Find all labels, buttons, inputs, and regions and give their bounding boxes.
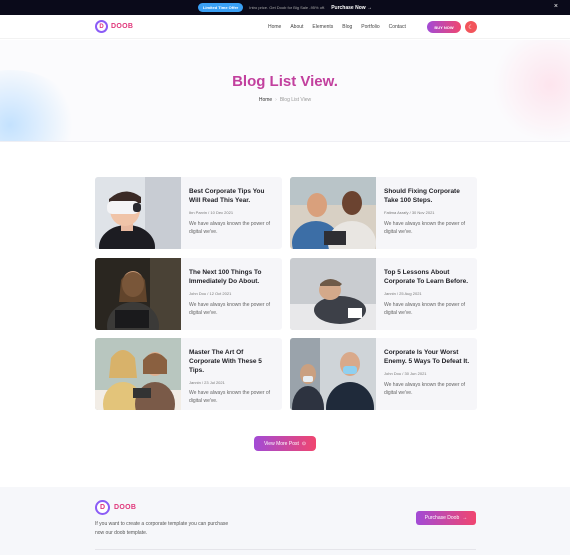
logo[interactable]: D DOOB [95, 20, 133, 33]
purchase-doob-button[interactable]: Purchase Doob → [416, 511, 476, 525]
blog-title[interactable]: Top 5 Lessons About Corporate To Learn B… [384, 268, 470, 286]
main-nav: Home About Elements Blog Portfolio Conta… [268, 15, 406, 39]
footer-logo[interactable]: D DOOB [95, 500, 136, 515]
blog-meta: Ibn Parvin / 10 Dec 2021 [189, 210, 233, 215]
view-more-label: View More Post [263, 440, 299, 447]
blog-title[interactable]: The Next 100 Things To Immediately Do Ab… [189, 268, 275, 286]
nav-item-blog[interactable]: Blog [342, 24, 352, 30]
blog-thumbnail-vr-headset[interactable] [95, 177, 181, 249]
blog-author: John Dou [384, 371, 402, 376]
breadcrumb: Home › Blog List View [0, 97, 570, 103]
blog-author: Jannin [189, 380, 201, 385]
blog-date: 23 Jul 2021 [204, 380, 225, 385]
site-footer: D DOOB If you want to create a corporate… [0, 487, 570, 555]
blog-author: Fatima Asrafy [384, 210, 409, 215]
breadcrumb-separator: › [275, 97, 277, 103]
blog-title[interactable]: Master The Art Of Corporate With These 5… [189, 348, 275, 375]
blog-meta: Jannin / 25 Aug 2021 [384, 291, 422, 296]
buy-now-button[interactable]: BUY NOW [427, 21, 461, 33]
blog-thumbnail-women-tablet[interactable] [95, 338, 181, 410]
blog-author: John Dou [189, 291, 207, 296]
blog-meta: Jannin / 23 Jul 2021 [189, 380, 225, 385]
purchase-doob-label: Purchase Doob [424, 515, 460, 521]
blog-card[interactable]: Corporate Is Your Worst Enemy. 5 Ways To… [290, 338, 477, 410]
blog-excerpt: We have always known the power of digita… [384, 382, 466, 396]
meta-separator: / [402, 371, 404, 376]
blog-date: 30 Nov 2021 [411, 210, 435, 215]
theme-toggle-icon[interactable]: ☾ [465, 21, 477, 33]
blog-card[interactable]: Should Fixing Corporate Take 100 Steps. … [290, 177, 477, 249]
purchase-now-link[interactable]: Purchase Now → [331, 5, 372, 11]
blog-date: 25 Aug 2021 [399, 291, 422, 296]
meta-separator: / [207, 291, 209, 296]
blog-excerpt: We have always known the power of digita… [189, 390, 271, 404]
blog-date: 12 Oct 2021 [209, 291, 232, 296]
blog-card[interactable]: Best Corporate Tips You Will Read This Y… [95, 177, 282, 249]
footer-description: If you want to create a corporate templa… [95, 521, 229, 536]
breadcrumb-current: Blog List View [279, 97, 312, 103]
purchase-now-label: Purchase Now [331, 4, 366, 11]
blog-title[interactable]: Corporate Is Your Worst Enemy. 5 Ways To… [384, 348, 470, 366]
nav-item-home[interactable]: Home [268, 24, 281, 30]
blog-thumbnail-man-desk[interactable] [290, 258, 376, 330]
blog-card[interactable]: Master The Art Of Corporate With These 5… [95, 338, 282, 410]
blog-meta: Fatima Asrafy / 30 Nov 2021 [384, 210, 435, 215]
arrow-right-icon: → [462, 515, 468, 521]
meta-separator: / [396, 291, 399, 296]
view-more-button[interactable]: View More Post ⊙ [254, 436, 316, 451]
blog-meta: John Dou / 30 Jun 2021 [384, 371, 427, 376]
promo-text: Intro price. Get Doob for Big Sale -95% … [249, 5, 326, 10]
close-icon[interactable]: × [554, 3, 558, 11]
arrow-right-icon: → [367, 4, 373, 11]
logo-text: DOOB [114, 504, 137, 511]
logo-text: DOOB [111, 23, 134, 30]
blog-excerpt: We have always known the power of digita… [189, 221, 271, 235]
blog-title[interactable]: Best Corporate Tips You Will Read This Y… [189, 187, 275, 205]
blog-author: Ibn Parvin [189, 210, 208, 215]
blog-title[interactable]: Should Fixing Corporate Take 100 Steps. [384, 187, 470, 205]
logo-icon: D [95, 500, 110, 515]
breadcrumb-home[interactable]: Home [259, 97, 272, 103]
meta-separator: / [201, 380, 204, 385]
blog-card[interactable]: The Next 100 Things To Immediately Do Ab… [95, 258, 282, 330]
blog-date: 10 Dec 2021 [210, 210, 234, 215]
nav-item-elements[interactable]: Elements [312, 24, 333, 30]
nav-item-portfolio[interactable]: Portfolio [361, 24, 379, 30]
promo-bar: Limited Time Offer Intro price. Get Doob… [0, 0, 570, 15]
nav-item-about[interactable]: About [290, 24, 303, 30]
blog-thumbnail-woman-laptop[interactable] [95, 258, 181, 330]
meta-separator: / [409, 210, 411, 215]
blog-excerpt: We have always known the power of digita… [384, 221, 466, 235]
nav-item-contact[interactable]: Contact [389, 24, 406, 30]
hero-glow-pink [490, 40, 570, 140]
blog-thumbnail-office-meeting[interactable] [290, 177, 376, 249]
site-header: D DOOB Home About Elements Blog Portfoli… [0, 15, 570, 39]
blog-card[interactable]: Top 5 Lessons About Corporate To Learn B… [290, 258, 477, 330]
footer-divider [95, 549, 476, 550]
blog-date: 30 Jun 2021 [404, 371, 427, 376]
logo-icon: D [95, 20, 108, 33]
page-hero: Blog List View. Home › Blog List View [0, 40, 570, 142]
blog-excerpt: We have always known the power of digita… [189, 302, 271, 316]
blog-author: Jannin [384, 291, 396, 296]
promo-badge: Limited Time Offer [197, 3, 244, 12]
blog-excerpt: We have always known the power of digita… [384, 302, 466, 316]
loader-icon: ⊙ [301, 440, 307, 447]
blog-thumbnail-masked-men[interactable] [290, 338, 376, 410]
blog-meta: John Dou / 12 Oct 2021 [189, 291, 231, 296]
page-title: Blog List View. [232, 73, 338, 90]
